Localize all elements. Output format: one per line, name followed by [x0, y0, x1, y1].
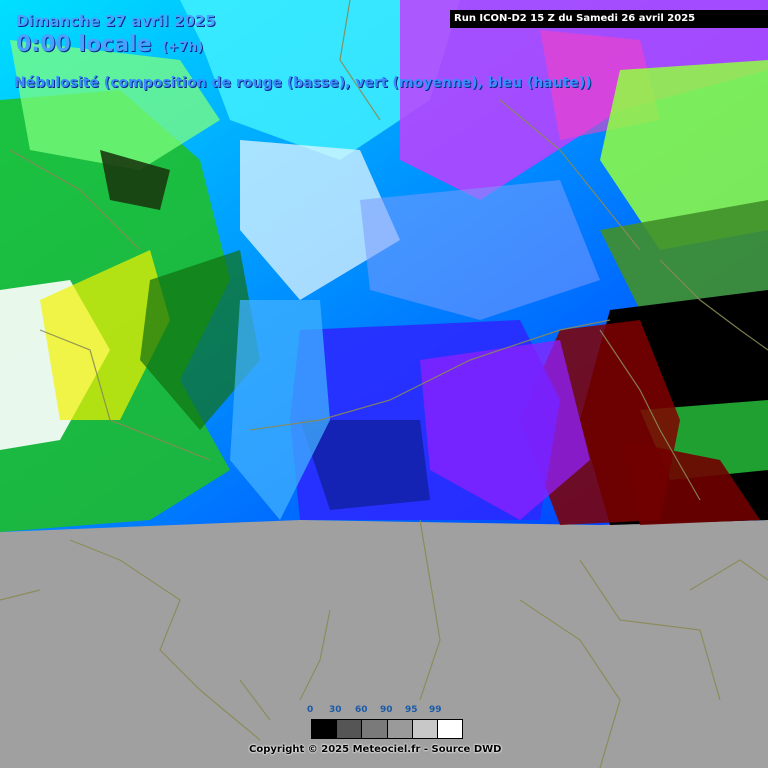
legend-ticks: 0 30 60 90 95 99: [303, 705, 473, 719]
legend-bar: [311, 719, 463, 739]
legend-swatch: [312, 720, 338, 738]
legend-swatch: [437, 720, 463, 738]
cloud-cover-map: [0, 0, 768, 768]
legend-swatch: [337, 720, 363, 738]
color-legend: 0 30 60 90 95 99: [303, 705, 473, 739]
legend-swatch: [412, 720, 438, 738]
forecast-time: 0:00 locale: [16, 32, 152, 57]
parameter-title: Nébulosité (composition de rouge (basse)…: [14, 75, 592, 91]
legend-tick: 60: [355, 705, 368, 715]
legend-tick: 30: [329, 705, 342, 715]
forecast-date: Dimanche 27 avril 2025: [16, 12, 216, 30]
legend-tick: 0: [307, 705, 314, 715]
legend-swatch: [362, 720, 388, 738]
legend-tick: 99: [429, 705, 442, 715]
forecast-offset: (+7h): [162, 40, 204, 55]
run-label: Run ICON-D2 15 Z du Samedi 26 avril 2025: [450, 10, 768, 28]
legend-tick: 90: [380, 705, 393, 715]
copyright-text: Copyright © 2025 Meteociel.fr - Source D…: [249, 744, 502, 755]
weather-map: Dimanche 27 avril 2025 0:00 locale (+7h)…: [0, 0, 768, 768]
legend-swatch: [387, 720, 413, 738]
legend-tick: 95: [405, 705, 418, 715]
